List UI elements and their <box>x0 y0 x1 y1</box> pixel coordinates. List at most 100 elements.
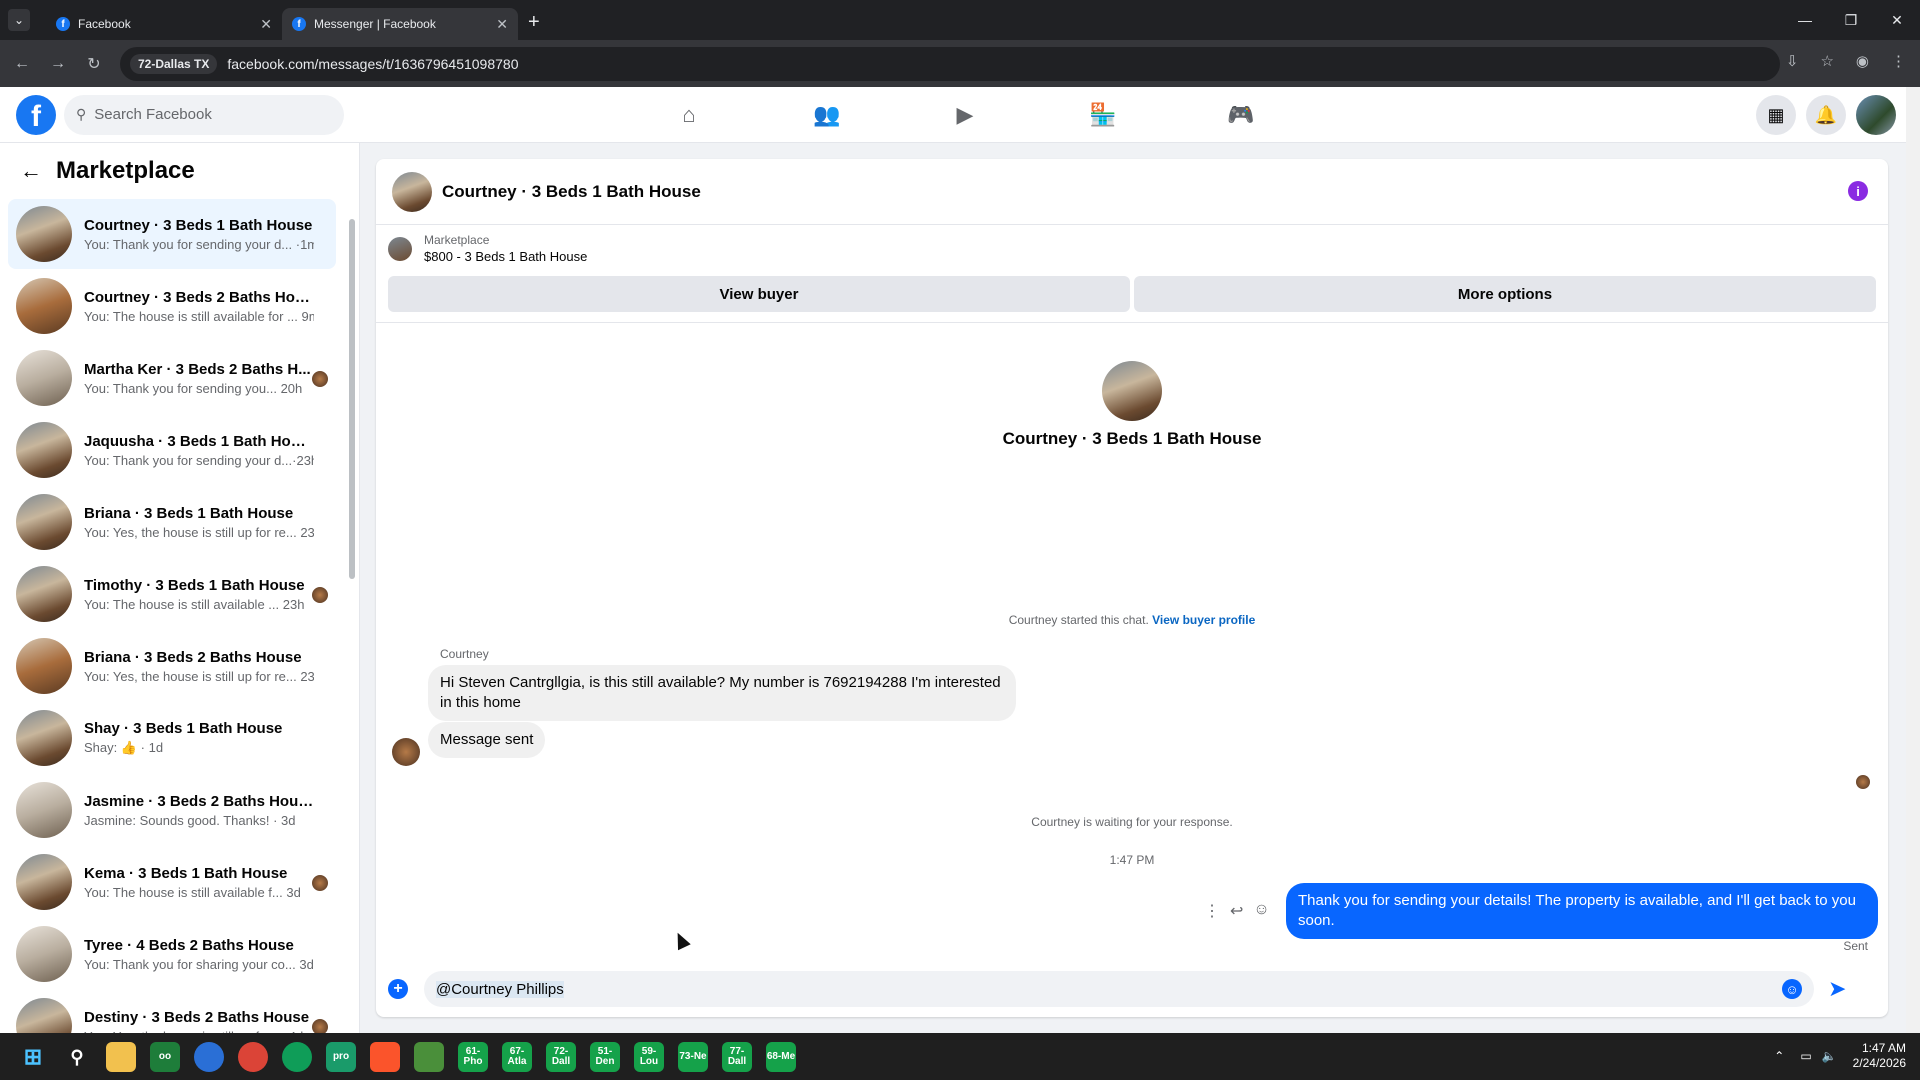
chat-title[interactable]: Courtney · 3 Beds 1 Bath House <box>442 182 701 202</box>
tray-chevron-icon[interactable]: ⌃ <box>1774 1049 1784 1063</box>
mention-text[interactable]: @Courtney Phillips <box>436 980 564 998</box>
scrollbar-thumb[interactable] <box>349 219 355 579</box>
notifications-bell-icon[interactable]: 🔔 <box>1806 95 1846 135</box>
conversation-thumbnail <box>16 278 72 334</box>
browser-tabbar: ⌄ f Facebook ✕ f Messenger | Facebook ✕ … <box>0 0 1920 40</box>
incoming-status-bubble[interactable]: Message sent <box>428 722 546 758</box>
gaming-icon[interactable]: 🎮 <box>1172 87 1310 143</box>
conversation-item[interactable]: Timothy · 3 Beds 1 Bath House You: The ho… <box>8 559 336 629</box>
conversation-item[interactable]: Jaquusha · 3 Beds 1 Bath House You: Thank… <box>8 415 336 485</box>
sidebar-header: ← Marketplace <box>0 143 359 199</box>
conversation-name: Shay · 3 Beds 1 Bath House <box>84 720 283 737</box>
sender-avatar[interactable] <box>392 738 420 766</box>
conversation-item[interactable]: Briana · 3 Beds 2 Baths House You: Yes, t… <box>8 631 336 701</box>
marketplace-sidebar: ← Marketplace Courtney · 3 Beds 1 Bath H… <box>0 143 360 1033</box>
outgoing-message-bubble[interactable]: Thank you for sending your details! The … <box>1286 883 1878 939</box>
facebook-favicon-icon: f <box>56 17 70 31</box>
location-badge[interactable]: 72-Dallas TX <box>130 53 218 74</box>
react-smile-icon[interactable]: ☺ <box>1253 901 1269 921</box>
taskbar-app-icon[interactable]: 73-Ne <box>678 1041 708 1072</box>
url-text[interactable]: facebook.com/messages/t/1636796451098780 <box>227 56 518 72</box>
notepad-icon[interactable] <box>414 1041 444 1072</box>
tab-search-dropdown[interactable]: ⌄ <box>8 9 30 31</box>
browser-icon[interactable] <box>194 1041 224 1072</box>
app-icon[interactable]: oo <box>150 1041 180 1072</box>
clock[interactable]: 1:47 AM 2/24/2026 <box>1853 1041 1906 1071</box>
network-icon[interactable]: ▭ <box>1800 1049 1811 1063</box>
chat-avatar[interactable] <box>392 171 432 212</box>
windows-start-icon[interactable]: ⊞ <box>18 1042 48 1072</box>
send-icon[interactable]: ➤ <box>1828 976 1846 1002</box>
reload-icon[interactable]: ↻ <box>76 54 112 74</box>
conversation-item[interactable]: Shay · 3 Beds 1 Bath House Shay: 👍 · 1d <box>8 703 336 773</box>
volume-icon[interactable]: 🔈 <box>1822 1049 1837 1063</box>
taskbar-app-icon[interactable]: 77-Dall <box>722 1041 752 1072</box>
chrome-icon[interactable] <box>238 1041 268 1072</box>
facebook-logo-icon[interactable]: f <box>16 94 56 135</box>
taskbar-app-icon[interactable]: 72-Dall <box>546 1041 576 1072</box>
install-icon[interactable]: ⇩ <box>1786 52 1799 70</box>
conversation-item[interactable]: Briana · 3 Beds 1 Bath House You: Yes, th… <box>8 487 336 557</box>
restore-icon[interactable]: ❐ <box>1828 0 1874 40</box>
clock-time: 1:47 AM <box>1861 1041 1906 1055</box>
taskbar-app-icon[interactable]: 61-Pho <box>458 1041 488 1072</box>
tab-label: Facebook <box>78 17 131 31</box>
back-icon[interactable]: ← <box>4 55 40 73</box>
buyer-avatar-large[interactable] <box>1102 361 1162 421</box>
tab-messenger[interactable]: f Messenger | Facebook ✕ <box>282 8 518 40</box>
add-attachment-icon[interactable]: + <box>388 979 408 999</box>
video-icon[interactable]: ▶ <box>896 87 1034 143</box>
forward-icon[interactable]: → <box>40 55 76 73</box>
conversation-item[interactable]: Courtney · 3 Beds 1 Bath House You: Thank… <box>8 199 336 269</box>
taskbar-app-icon[interactable]: 51-Den <box>590 1041 620 1072</box>
view-buyer-profile-link[interactable]: View buyer profile <box>1152 613 1255 627</box>
taskbar-app-icon[interactable]: 59-Lou <box>634 1041 664 1072</box>
tab-facebook[interactable]: f Facebook ✕ <box>46 8 282 40</box>
message-timestamp: 1:47 PM <box>1109 853 1155 867</box>
chrome-profile-icon[interactable] <box>282 1041 312 1072</box>
reply-icon[interactable]: ↩ <box>1230 901 1243 921</box>
message-input[interactable]: @Courtney Phillips ☺ <box>424 971 1814 1007</box>
browser-menu-icon[interactable]: ⋮ <box>1891 52 1906 70</box>
conversation-item[interactable]: Courtney · 3 Beds 2 Baths House You: The … <box>8 271 336 341</box>
app-pro-icon[interactable]: pro <box>326 1041 356 1072</box>
home-icon[interactable]: ⌂ <box>620 87 758 143</box>
new-tab-button[interactable]: + <box>528 11 540 34</box>
conversation-item[interactable]: Martha Ker · 3 Beds 2 Baths H... You: Tha… <box>8 343 336 413</box>
sidebar-scrollbar[interactable] <box>348 199 356 1029</box>
search-icon[interactable]: ⚲ <box>62 1042 92 1072</box>
marketplace-icon[interactable]: 🏪 <box>1034 87 1172 143</box>
conversation-item[interactable]: Jasmine · 3 Beds 2 Baths House Jasmine: S… <box>8 775 336 845</box>
page-scrollbar[interactable] <box>1906 87 1920 1033</box>
search-facebook-input[interactable]: ⚲ Search Facebook <box>64 94 344 135</box>
account-avatar[interactable] <box>1856 95 1896 135</box>
taskbar-app-icon[interactable]: 67-Atla <box>502 1041 532 1072</box>
emoji-icon[interactable]: ☺ <box>1782 979 1802 999</box>
view-buyer-button[interactable]: View buyer <box>388 276 1130 312</box>
taskbar-app-icon[interactable]: 68-Me <box>766 1041 796 1072</box>
file-explorer-icon[interactable] <box>106 1041 136 1072</box>
started-text: Courtney started this chat. <box>1008 613 1149 627</box>
close-window-icon[interactable]: ✕ <box>1874 0 1920 40</box>
profile-icon[interactable]: ◉ <box>1856 52 1869 70</box>
close-tab-icon[interactable]: ✕ <box>496 16 508 33</box>
conversation-item[interactable]: Tyree · 4 Beds 2 Baths House You: Thank y… <box>8 919 336 989</box>
conversation-item[interactable]: Destiny · 3 Beds 2 Baths HouseYou: Yes, … <box>8 991 336 1033</box>
minimize-icon[interactable]: — <box>1782 0 1828 40</box>
back-arrow-icon[interactable]: ← <box>20 158 42 184</box>
menu-grid-icon[interactable]: ▦ <box>1756 95 1796 135</box>
buyer-name-heading: Courtney · 3 Beds 1 Bath House <box>1002 429 1262 448</box>
friends-icon[interactable]: 👥 <box>758 87 896 143</box>
brave-icon[interactable] <box>370 1041 400 1072</box>
more-options-button[interactable]: More options <box>1134 276 1876 312</box>
listing-title[interactable]: $800 - 3 Beds 1 Bath House <box>424 249 587 264</box>
bookmark-star-icon[interactable]: ☆ <box>1820 52 1833 70</box>
incoming-message-bubble[interactable]: Hi Steven Cantrgllgia, is this still ava… <box>428 665 1016 721</box>
info-icon[interactable]: i <box>1848 181 1868 201</box>
close-tab-icon[interactable]: ✕ <box>260 16 272 33</box>
conversation-thumbnail <box>16 206 72 262</box>
more-icon[interactable]: ⋮ <box>1204 901 1220 921</box>
omnibox[interactable]: 72-Dallas TX facebook.com/messages/t/163… <box>120 46 1780 81</box>
listing-thumbnail[interactable] <box>388 236 412 261</box>
conversation-item[interactable]: Kema · 3 Beds 1 Bath House You: The house… <box>8 847 336 917</box>
